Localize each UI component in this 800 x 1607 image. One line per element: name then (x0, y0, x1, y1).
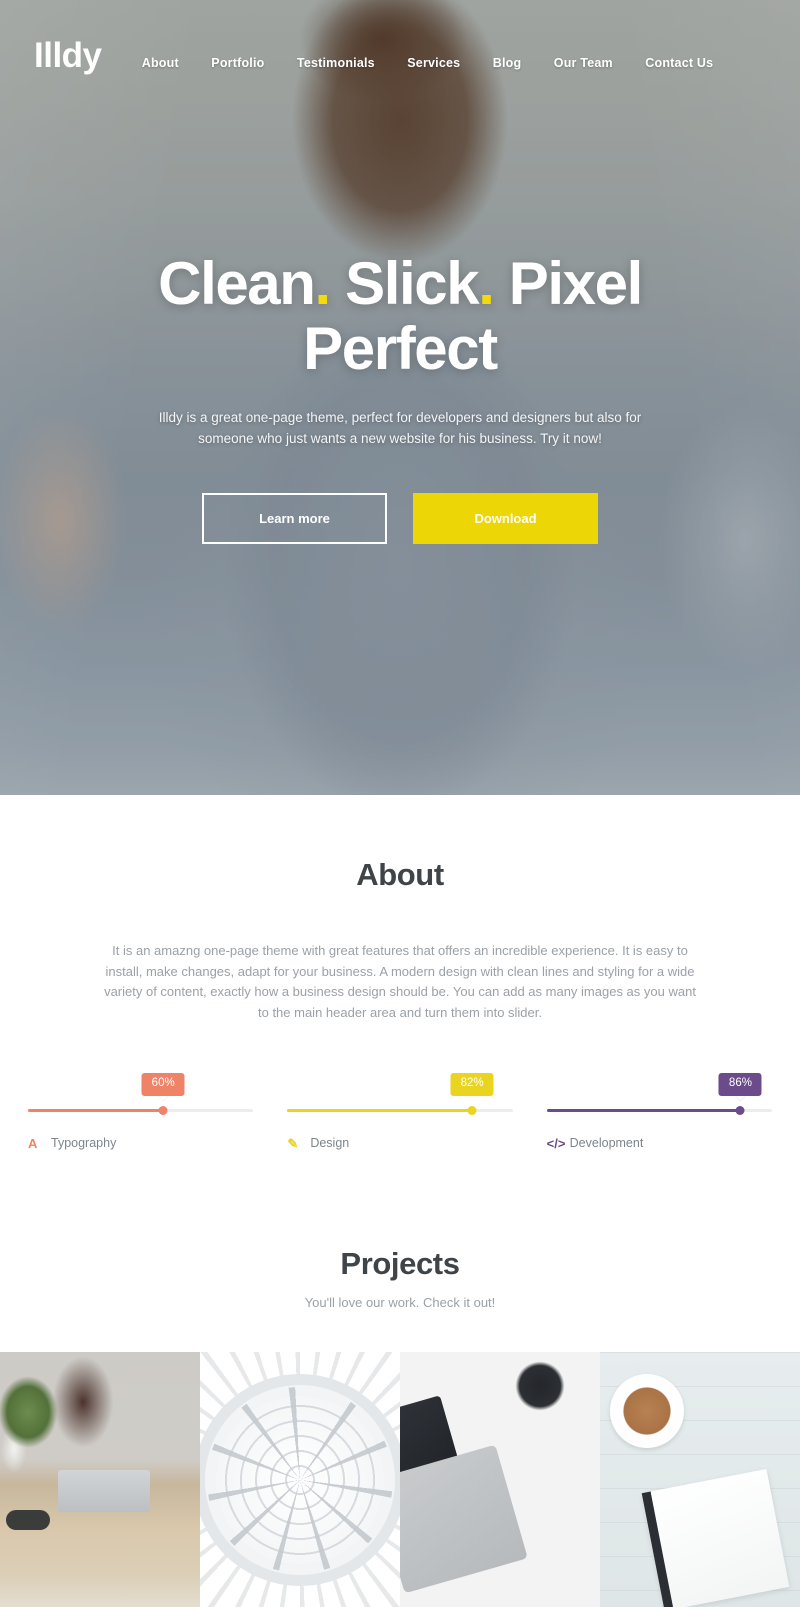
download-button[interactable]: Download (413, 493, 598, 545)
hero-heading-word-2: Slick (329, 250, 480, 317)
skill-track[interactable] (287, 1106, 513, 1116)
about-section: About It is an amazng one-page theme wit… (0, 795, 800, 1151)
nav-item-our-team[interactable]: Our Team (554, 56, 613, 70)
nav-item-services[interactable]: Services (407, 56, 460, 70)
skill-knob[interactable] (158, 1106, 168, 1116)
projects-gallery (0, 1352, 800, 1607)
letter-a-icon: A (28, 1135, 38, 1151)
skill-label: Typography (51, 1136, 117, 1151)
skill-typography: 60% A Typography (28, 1073, 254, 1150)
project-tile[interactable] (400, 1352, 600, 1607)
topbar: Illdy About Portfolio Testimonials Servi… (0, 0, 800, 82)
skill-fill (28, 1109, 164, 1113)
hero-heading-dot-1: . (314, 250, 332, 317)
project-tile[interactable] (0, 1352, 200, 1607)
skill-track[interactable] (28, 1106, 254, 1116)
main-navigation: About Portfolio Testimonials Services Bl… (0, 34, 800, 82)
skill-footer: A Typography (28, 1136, 253, 1150)
skill-label: Design (310, 1136, 350, 1151)
nav-item-testimonials[interactable]: Testimonials (297, 56, 375, 70)
project-tile[interactable] (200, 1352, 400, 1607)
projects-section: Projects You'll love our work. Check it … (0, 1150, 800, 1353)
hero-heading-word-1: Clean (158, 250, 316, 317)
learn-more-button[interactable]: Learn more (202, 493, 387, 545)
skill-percent-badge: 86% (718, 1073, 762, 1101)
skill-footer: </> Development (547, 1136, 772, 1150)
about-body-text: It is an amazng one-page theme with grea… (104, 943, 696, 1020)
skill-development: 86% </> Development (546, 1073, 772, 1150)
skills-list: 60% A Typography 82% ✎ Design 86% </> De… (0, 1073, 800, 1150)
pencil-icon: ✎ (287, 1135, 299, 1151)
skill-design: 82% ✎ Design (287, 1073, 513, 1150)
skill-fill (287, 1109, 473, 1113)
project-tile[interactable] (600, 1352, 800, 1607)
skill-label: Development (569, 1136, 644, 1151)
nav-item-blog[interactable]: Blog (493, 56, 522, 70)
nav-item-contact-us[interactable]: Contact Us (645, 56, 713, 70)
skill-fill (546, 1109, 741, 1113)
hero-button-group: Learn more Download (0, 493, 800, 545)
projects-subtitle: You'll love our work. Check it out! (304, 1295, 496, 1311)
code-icon: </> (546, 1135, 566, 1151)
skill-knob[interactable] (735, 1106, 745, 1116)
about-title: About (356, 857, 444, 892)
hero-subtitle: Illdy is a great one-page theme, perfect… (158, 409, 642, 446)
skill-footer: ✎ Design (287, 1136, 512, 1150)
skill-percent-badge: 82% (450, 1073, 494, 1101)
skill-track[interactable] (546, 1106, 772, 1116)
nav-item-about[interactable]: About (142, 56, 179, 70)
hero-header: Illdy About Portfolio Testimonials Servi… (0, 0, 800, 795)
hero-heading: Clean. Slick. Pixel Perfect (0, 250, 800, 382)
hero-heading-dot-2: . (478, 250, 495, 317)
projects-title: Projects (340, 1246, 460, 1282)
skill-percent-badge: 60% (141, 1073, 185, 1101)
skill-knob[interactable] (467, 1106, 477, 1116)
site-logo[interactable]: Illdy (34, 38, 102, 73)
nav-item-portfolio[interactable]: Portfolio (211, 56, 264, 70)
